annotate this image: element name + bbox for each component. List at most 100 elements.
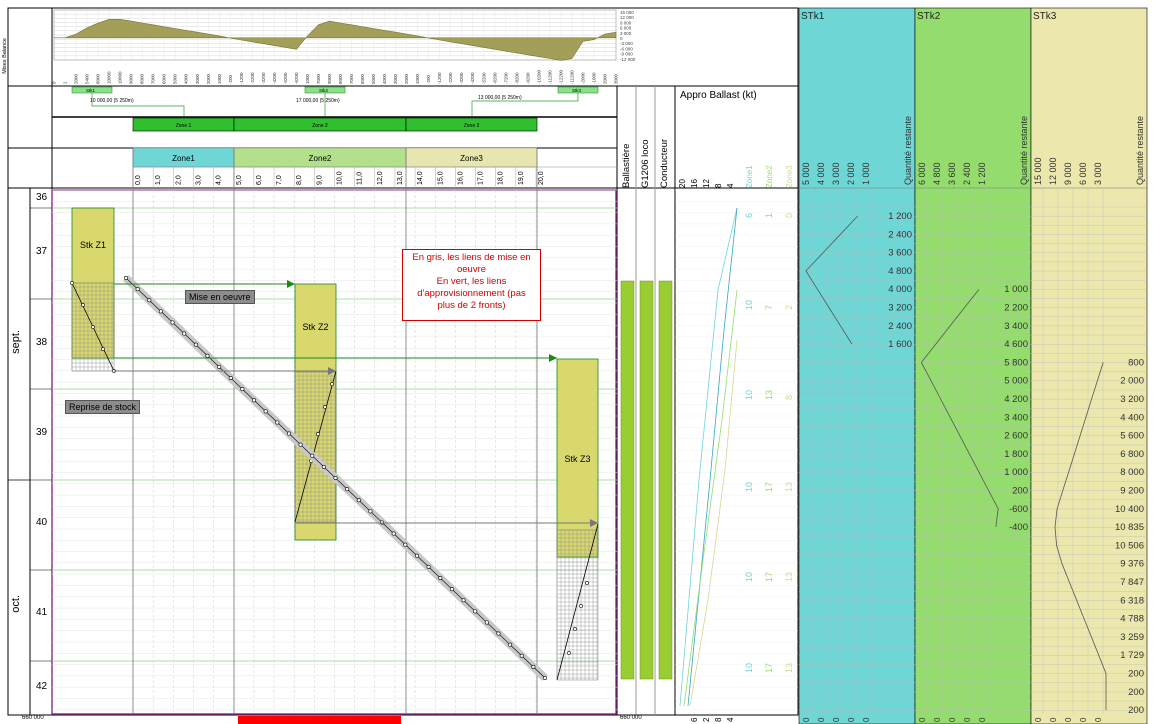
mise-en-oeuvre-dot xyxy=(449,587,454,592)
zone-bar-label: Zone 1 xyxy=(176,123,192,129)
stk-scale-label: 3 000 xyxy=(1093,162,1103,185)
mise-en-oeuvre-dot xyxy=(508,642,513,647)
stk-bottom-tick: 0 xyxy=(847,717,856,722)
appro-data-label: 8 xyxy=(784,395,794,400)
profile-value-label: -3200 xyxy=(261,72,266,84)
profile-value-label: 5400 xyxy=(85,73,90,84)
appro-data-label: 6 xyxy=(744,213,754,218)
profile-value-label: -6200 xyxy=(492,72,497,84)
appro-scale-bottom: 6 xyxy=(690,717,699,722)
outer-frame xyxy=(7,7,799,716)
appro-title: Appro Ballast (kt) xyxy=(680,90,757,101)
stk-value-label: 2 400 xyxy=(888,321,912,332)
mise-en-oeuvre-dot xyxy=(496,631,501,636)
stk-value-label: 8 000 xyxy=(1120,467,1144,478)
callout-mise-en-oeuvre: Mise en oeuvre xyxy=(185,290,255,304)
stk-bottom-tick: 0 xyxy=(918,717,927,722)
resource-bar xyxy=(658,280,673,680)
mise-en-oeuvre-dot xyxy=(542,675,547,680)
stk-panel-bg xyxy=(798,7,916,724)
mise-en-oeuvre-dot xyxy=(286,431,291,436)
mise-en-oeuvre-dot xyxy=(531,664,536,669)
appro-scale-label: 8 xyxy=(714,183,723,188)
stk-bottom-tick: 0 xyxy=(832,717,841,722)
profile-value-label: -1000 xyxy=(591,72,596,84)
appro-scale-bottom: 8 xyxy=(714,717,723,722)
appro-data-label: 17 xyxy=(764,482,774,492)
stk-panel-2-title: STk2 xyxy=(917,11,941,22)
stk-value-label: 4 788 xyxy=(1120,614,1144,625)
zone-bar-label: Zone 2 xyxy=(312,123,328,129)
stk-axis-label: Quantité restante xyxy=(903,116,913,185)
profile-value-label: 8000 xyxy=(96,73,101,84)
mise-en-oeuvre-dot xyxy=(438,575,443,580)
profile-value-label: 2000 xyxy=(404,73,409,84)
stk-scale-label: 4 000 xyxy=(816,162,826,185)
mise-en-oeuvre-dot xyxy=(461,598,466,603)
mise-en-oeuvre-dot xyxy=(147,298,152,303)
note-line-4: d'approvisionnement (pas xyxy=(417,288,526,299)
mise-en-oeuvre-dot xyxy=(356,498,361,503)
mise-en-oeuvre-dot xyxy=(298,442,303,447)
appro-data-label: 7 xyxy=(764,305,774,310)
stk-value-label: 3 400 xyxy=(1004,412,1028,423)
appro-data-label: 13 xyxy=(784,482,794,492)
profile-value-label: 10000 xyxy=(118,71,123,84)
zone-header-label: Zone1 xyxy=(172,154,195,163)
profile-value-label: -9200 xyxy=(525,72,530,84)
month-label-oct: oct. xyxy=(10,595,22,613)
stk-value-label: 9 200 xyxy=(1120,486,1144,497)
note-line-2: oeuvre xyxy=(456,264,487,275)
stk-bottom-tick: 0 xyxy=(862,717,871,722)
appro-series-label: Zone1 xyxy=(745,165,754,188)
mise-en-oeuvre-dot xyxy=(240,387,245,392)
appro-scale-label: 4 xyxy=(726,183,735,188)
stk-value-label: 1 200 xyxy=(888,211,912,222)
resource-header-2: G1206 loco xyxy=(640,139,651,188)
profile-value-label: -200 xyxy=(426,74,431,84)
appro-data-label: 10 xyxy=(744,390,754,400)
mise-en-oeuvre-dot xyxy=(263,409,268,414)
profile-value-label: -7200 xyxy=(503,72,508,84)
resource-header-1: Ballastière xyxy=(621,143,632,188)
profile-value-label: 1000 xyxy=(217,73,222,84)
stk-value-label: -600 xyxy=(1009,504,1028,515)
stk-bottom-tick: 0 xyxy=(963,717,972,722)
mise-en-oeuvre-dot xyxy=(333,475,338,480)
km-tick-label: 15,0 xyxy=(437,171,444,185)
profile-value-label: -1200 xyxy=(239,72,244,84)
stk-value-label: 200 xyxy=(1012,486,1028,497)
stk-bottom-tick: 0 xyxy=(933,717,942,722)
reprise-dot xyxy=(579,604,583,608)
profile-value-label: 1 xyxy=(63,81,68,84)
stk-value-label: 2 200 xyxy=(1004,303,1028,314)
stock-rect-label: Stk Z1 xyxy=(80,240,106,250)
profile-value-label: 3000 xyxy=(393,73,398,84)
mise-en-oeuvre-dot xyxy=(135,287,140,292)
profile-value-label: 6000 xyxy=(360,73,365,84)
appro-data-label: 13 xyxy=(784,572,794,582)
mise-en-oeuvre-dot xyxy=(205,353,210,358)
km-tick-label: 13,0 xyxy=(397,171,404,185)
profile-value-label: -2200 xyxy=(250,72,255,84)
appro-scale-label: 16 xyxy=(690,179,699,188)
profile-value-label: -4200 xyxy=(272,72,277,84)
stk-scale-label: 2 000 xyxy=(846,162,856,185)
reprise-dot xyxy=(330,382,334,386)
stk-bottom-tick: 0 xyxy=(978,717,987,722)
km-tick-label: 11,0 xyxy=(357,172,364,185)
km-tick-label: 19,0 xyxy=(518,171,525,185)
profile-value-label: 7000 xyxy=(316,73,321,84)
stk-value-label: 3 259 xyxy=(1120,632,1144,643)
stk-scale-label: 5 000 xyxy=(801,162,811,185)
reprise-dot xyxy=(585,581,589,585)
profile-value-label: -2200 xyxy=(448,72,453,84)
km-tick-label: 6,0 xyxy=(256,175,263,185)
stk-bottom-tick: 0 xyxy=(1064,717,1073,722)
profile-value-label: 6000 xyxy=(162,73,167,84)
stk-bottom-tick: 0 xyxy=(817,717,826,722)
stock-quantity-label: 13 000,00 (5 250m) xyxy=(478,95,522,101)
stk-value-label: 10 400 xyxy=(1115,504,1144,515)
stk-scale-label: 6 000 xyxy=(917,162,927,185)
profile-value-label: 5000 xyxy=(173,73,178,84)
